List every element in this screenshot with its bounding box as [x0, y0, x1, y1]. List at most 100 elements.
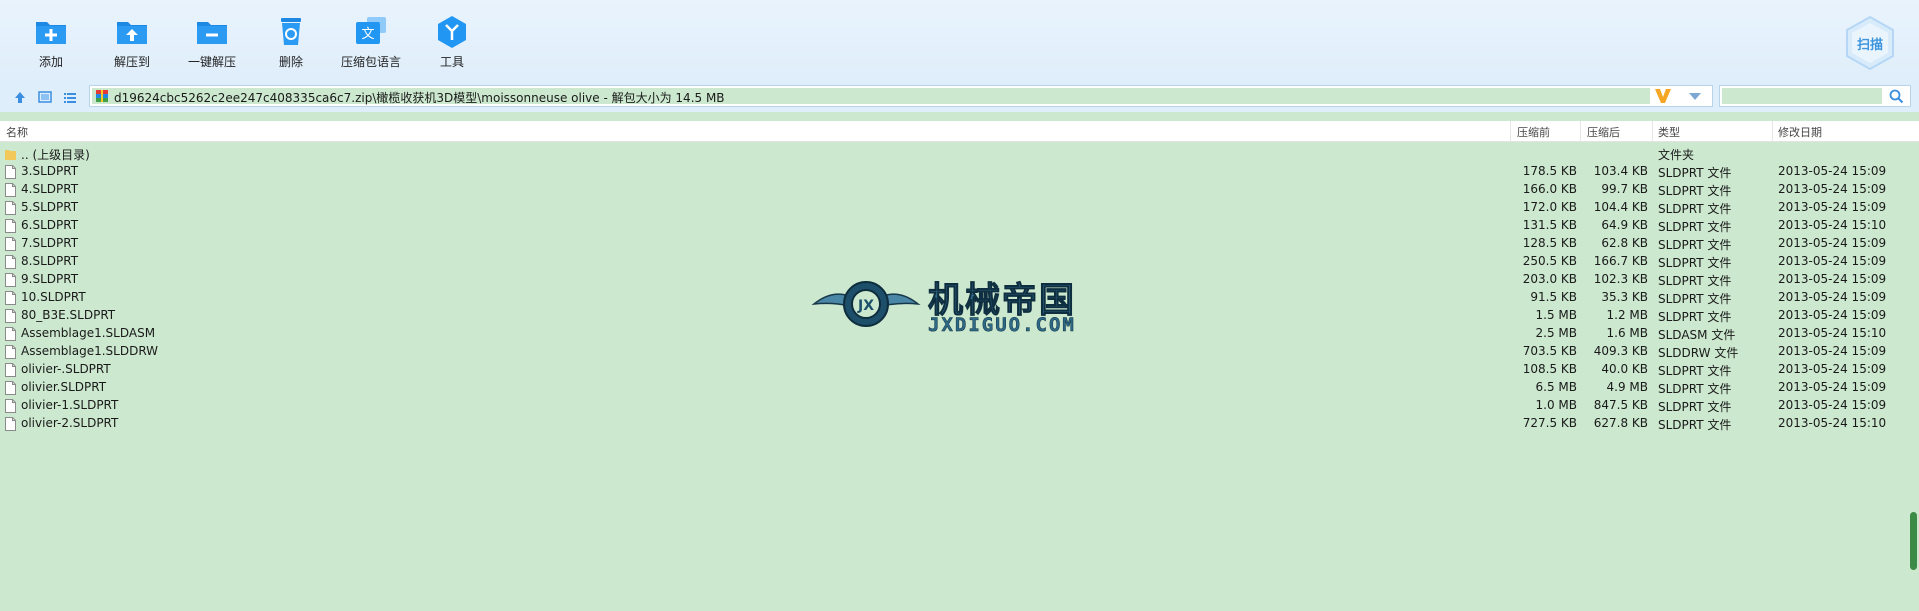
file-date: 2013-05-24 15:09	[1778, 308, 1887, 322]
file-size-before: 1.5 MB	[1535, 308, 1577, 322]
file-row[interactable]: 5.SLDPRT 172.0 KB 104.4 KB SLDPRT 文件 2013-05…	[0, 199, 1919, 217]
file-size-after: 35.3 KB	[1601, 290, 1648, 304]
search-box[interactable]	[1719, 85, 1911, 107]
file-type: SLDPRT 文件	[1658, 256, 1732, 270]
file-type: SLDPRT 文件	[1658, 184, 1732, 198]
file-size-after: 99.7 KB	[1601, 182, 1648, 196]
file-size-after: 40.0 KB	[1601, 362, 1648, 376]
one-click-extract-button[interactable]: 一键解压	[177, 14, 247, 70]
file-name: Assemblage1.SLDDRW	[21, 344, 159, 358]
list-view-icon[interactable]	[63, 90, 77, 104]
column-divider[interactable]	[1510, 121, 1511, 142]
file-name: 80_B3E.SLDPRT	[21, 308, 116, 322]
file-size-after: 627.8 KB	[1593, 416, 1648, 430]
file-size-before: 1.0 MB	[1535, 398, 1577, 412]
file-name: Assemblage1.SLDASM	[21, 326, 156, 340]
column-name[interactable]: 名称	[6, 124, 28, 140]
folder-add-icon	[36, 22, 66, 44]
file-name: 7.SLDPRT	[21, 236, 79, 250]
thumbnail-view-icon[interactable]	[38, 90, 52, 104]
extract-to-label: 解压到	[113, 55, 150, 69]
file-size-after: 166.7 KB	[1593, 254, 1648, 268]
file-size-before: 128.5 KB	[1522, 236, 1577, 250]
file-type: SLDPRT 文件	[1658, 274, 1732, 288]
tools-button[interactable]: 工具	[417, 14, 487, 70]
file-row[interactable]: 4.SLDPRT 166.0 KB 99.7 KB SLDPRT 文件 2013-05-…	[0, 181, 1919, 199]
column-modified[interactable]: 修改日期	[1778, 124, 1822, 140]
delete-label: 删除	[278, 55, 303, 69]
file-row[interactable]: 3.SLDPRT 178.5 KB 103.4 KB SLDPRT 文件 2013-05…	[0, 163, 1919, 181]
file-size-before: 250.5 KB	[1522, 254, 1577, 268]
file-icon	[5, 399, 16, 413]
file-row[interactable]: 8.SLDPRT 250.5 KB 166.7 KB SLDPRT 文件 2013-05…	[0, 253, 1919, 271]
file-date: 2013-05-24 15:09	[1778, 272, 1887, 286]
column-after[interactable]: 压缩后	[1587, 124, 1620, 140]
file-name: olivier-1.SLDPRT	[21, 398, 119, 412]
file-row[interactable]: 6.SLDPRT 131.5 KB 64.9 KB SLDPRT 文件 2013-05-…	[0, 217, 1919, 235]
up-arrow-icon[interactable]	[13, 90, 27, 104]
scan-button[interactable]: 扫描	[1841, 14, 1899, 72]
file-size-after: 102.3 KB	[1593, 272, 1648, 286]
file-name: 3.SLDPRT	[21, 164, 79, 178]
file-size-after: 4.9 MB	[1606, 380, 1648, 394]
language-button[interactable]: 文 压缩包语言	[336, 14, 406, 70]
file-icon	[5, 165, 16, 179]
file-date: 2013-05-24 15:09	[1778, 290, 1887, 304]
file-type: SLDPRT 文件	[1658, 220, 1732, 234]
extract-to-button[interactable]: 解压到	[97, 14, 167, 70]
column-before[interactable]: 压缩前	[1517, 124, 1550, 140]
file-type: 文件夹	[1658, 148, 1695, 162]
file-name: olivier.SLDPRT	[21, 380, 107, 394]
file-date: 2013-05-24 15:09	[1778, 380, 1887, 394]
column-divider[interactable]	[1772, 121, 1773, 142]
file-icon	[5, 219, 16, 233]
file-name: 9.SLDPRT	[21, 272, 79, 286]
file-icon	[5, 201, 16, 215]
svg-text:文: 文	[361, 27, 374, 42]
vertical-scrollbar[interactable]	[1910, 512, 1917, 570]
file-name: 6.SLDPRT	[21, 218, 79, 232]
file-icon	[5, 327, 16, 341]
file-row[interactable]: olivier-2.SLDPRT 727.5 KB 627.8 KB SLDPRT 文…	[0, 415, 1919, 433]
file-icon	[5, 291, 16, 305]
file-date: 2013-05-24 15:09	[1778, 200, 1887, 214]
file-size-after: 62.8 KB	[1601, 236, 1648, 250]
delete-button[interactable]: 删除	[256, 14, 326, 70]
file-date: 2013-05-24 15:09	[1778, 398, 1887, 412]
language-label: 压缩包语言	[340, 55, 401, 69]
file-size-before: 108.5 KB	[1522, 362, 1577, 376]
file-icon	[5, 255, 16, 269]
file-type: SLDPRT 文件	[1658, 364, 1732, 378]
file-date: 2013-05-24 15:09	[1778, 182, 1887, 196]
file-size-before: 166.0 KB	[1522, 182, 1577, 196]
file-row[interactable]: olivier-.SLDPRT 108.5 KB 40.0 KB SLDPRT 文件 2…	[0, 361, 1919, 379]
file-size-before: 178.5 KB	[1522, 164, 1577, 178]
file-row[interactable]: Assemblage1.SLDDRW 703.5 KB 409.3 KB SLDDRW…	[0, 343, 1919, 361]
search-input[interactable]	[1722, 88, 1882, 104]
file-size-before: 172.0 KB	[1522, 200, 1577, 214]
file-icon	[5, 417, 16, 431]
add-button[interactable]: 添加	[16, 14, 86, 70]
column-divider[interactable]	[1580, 121, 1581, 142]
file-icon	[5, 381, 16, 395]
column-divider[interactable]	[1652, 121, 1653, 142]
file-type: SLDPRT 文件	[1658, 310, 1732, 324]
file-name: 5.SLDPRT	[21, 200, 79, 214]
file-name: olivier-2.SLDPRT	[21, 416, 119, 430]
chevron-down-icon[interactable]	[1688, 91, 1702, 101]
file-row[interactable]: .. (上级目录) 文件夹	[0, 145, 1919, 163]
scan-label: 扫描	[1856, 38, 1883, 53]
tools-label: 工具	[439, 55, 464, 69]
v-logo-icon[interactable]	[1654, 88, 1672, 104]
file-size-after: 64.9 KB	[1601, 218, 1648, 232]
file-size-before: 2.5 MB	[1535, 326, 1577, 340]
file-date: 2013-05-24 15:10	[1778, 326, 1887, 340]
file-row[interactable]: olivier.SLDPRT 6.5 MB 4.9 MB SLDPRT 文件 2013-…	[0, 379, 1919, 397]
address-bar[interactable]: d19624cbc5262c2ee247c408335ca6c7.zip\橄榄收…	[89, 85, 1713, 107]
file-row[interactable]: 7.SLDPRT 128.5 KB 62.8 KB SLDPRT 文件 2013-05-…	[0, 235, 1919, 253]
file-size-before: 6.5 MB	[1535, 380, 1577, 394]
search-icon[interactable]	[1889, 89, 1904, 104]
column-type[interactable]: 类型	[1658, 124, 1680, 140]
file-row[interactable]: olivier-1.SLDPRT 1.0 MB 847.5 KB SLDPRT 文件 2…	[0, 397, 1919, 415]
file-name: olivier-.SLDPRT	[21, 362, 111, 376]
